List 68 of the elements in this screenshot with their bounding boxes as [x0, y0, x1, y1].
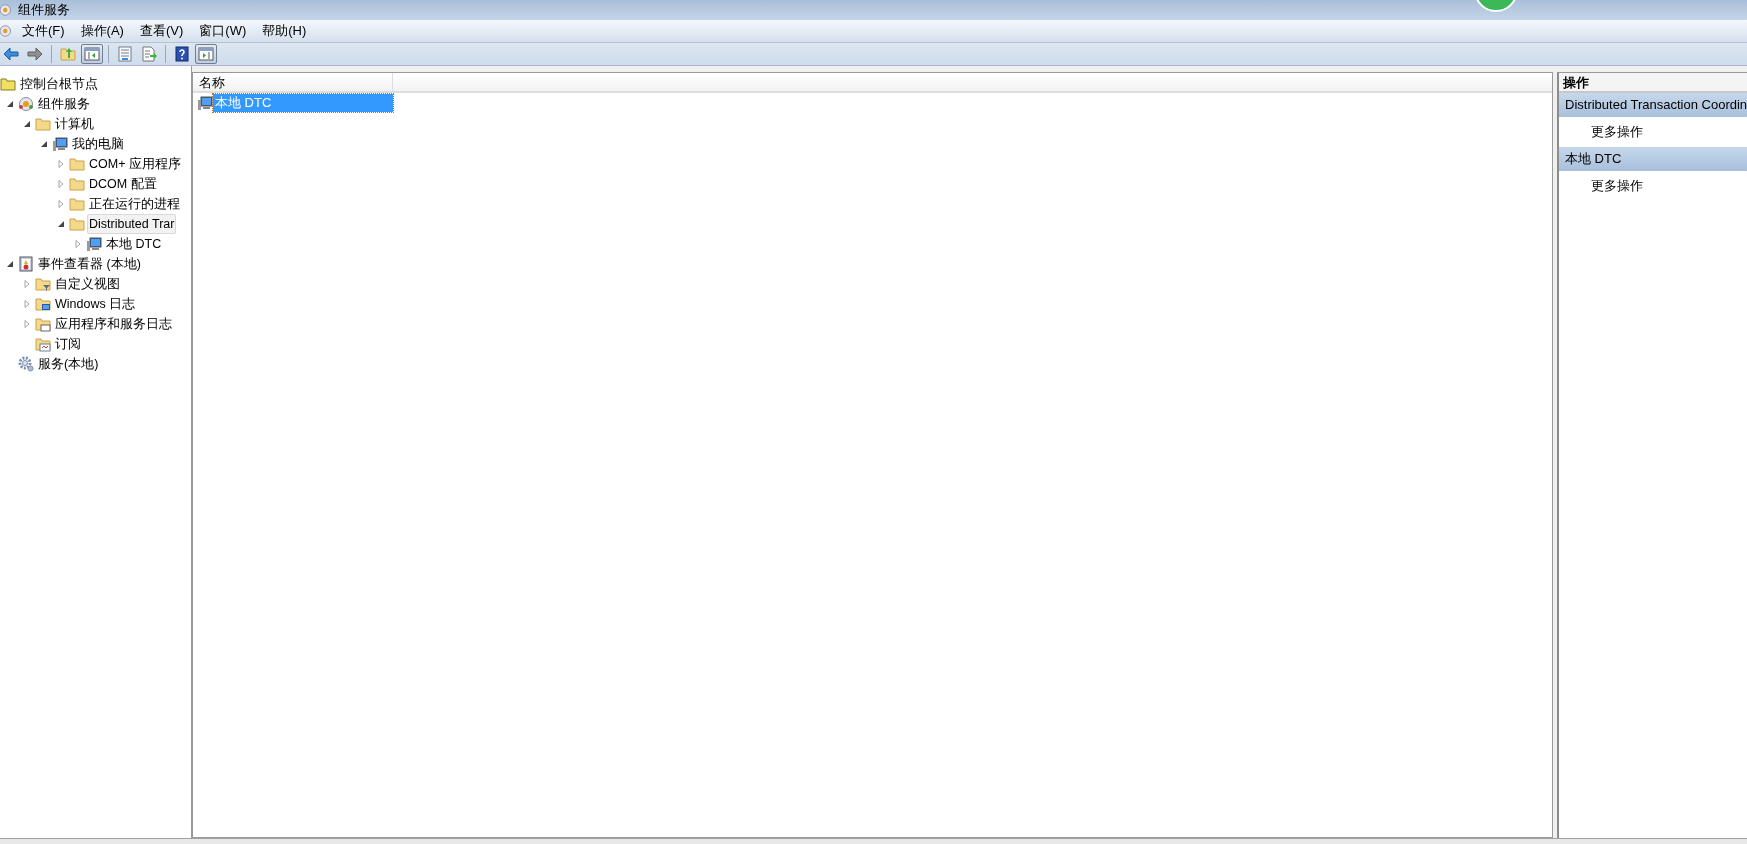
expand-icon[interactable] — [23, 299, 31, 309]
computer-icon — [86, 236, 102, 252]
tree-item[interactable]: 应用程序和服务日志 — [53, 314, 174, 334]
component-services-icon — [18, 96, 34, 112]
action-link[interactable]: 更多操作 — [1591, 178, 1643, 193]
actions-header: 操作 — [1559, 73, 1747, 93]
expand-icon[interactable] — [57, 159, 65, 169]
tree-item[interactable]: 事件查看器 (本地) — [36, 254, 143, 274]
folder-computer-icon — [35, 296, 51, 312]
tree-item[interactable]: Distributed Trar — [87, 214, 177, 234]
tree-item[interactable]: 订阅 — [53, 334, 83, 354]
tree-item[interactable]: 组件服务 — [36, 94, 92, 114]
collapse-icon[interactable] — [6, 260, 14, 268]
tree-item[interactable]: 正在运行的进程 — [87, 194, 182, 214]
event-log-icon — [18, 256, 34, 272]
folder-icon — [69, 176, 85, 192]
menu-item[interactable]: 窗口(W) — [191, 21, 255, 41]
tree-item[interactable]: 本地 DTC — [104, 234, 164, 254]
expand-icon[interactable] — [57, 179, 65, 189]
folder-window-icon — [35, 316, 51, 332]
folder-filter-icon — [35, 276, 51, 292]
toolbar-button[interactable] — [195, 44, 217, 64]
menu-item[interactable]: 帮助(H) — [254, 21, 315, 41]
folder-icon — [69, 156, 85, 172]
show-tree-icon — [84, 46, 100, 62]
tree-item[interactable]: COM+ 应用程序 — [87, 154, 183, 174]
folder-icon — [69, 216, 85, 232]
menu-item[interactable]: 文件(F) — [14, 21, 73, 41]
column-header[interactable]: 名称 — [193, 73, 393, 91]
expand-icon[interactable] — [23, 319, 31, 329]
forward-icon — [27, 46, 43, 62]
tree-item[interactable]: Windows 日志 — [53, 294, 138, 314]
collapse-icon[interactable] — [57, 220, 65, 228]
properties-icon — [117, 46, 133, 62]
menu-item[interactable]: 查看(V) — [131, 21, 192, 41]
subscription-icon — [35, 336, 51, 352]
app-icon — [0, 24, 14, 38]
export-list-icon — [141, 46, 157, 62]
collapse-icon[interactable] — [23, 120, 31, 128]
folder-up-icon — [60, 46, 76, 62]
menu-item[interactable]: 操作(A) — [72, 21, 132, 41]
action-link[interactable]: 更多操作 — [1591, 124, 1643, 139]
folder-icon — [69, 196, 85, 212]
action-section-header[interactable]: Distributed Transaction Coordin — [1559, 93, 1747, 117]
window-title: 组件服务 — [18, 1, 70, 20]
tree-item[interactable]: 我的电脑 — [70, 134, 126, 154]
back-icon — [3, 46, 19, 62]
folder-icon — [35, 116, 51, 132]
action-section-header[interactable]: 本地 DTC — [1559, 147, 1747, 171]
collapse-icon[interactable] — [6, 100, 14, 108]
folder-icon — [0, 76, 16, 92]
expand-icon[interactable] — [74, 239, 82, 249]
toolbar-button[interactable] — [81, 44, 103, 64]
gear-icon — [18, 356, 34, 372]
computer-icon — [197, 95, 213, 111]
tree-item[interactable]: 控制台根节点 — [18, 74, 100, 94]
expand-icon[interactable] — [23, 279, 31, 289]
help-icon — [174, 46, 190, 62]
app-icon — [0, 3, 14, 17]
show-action-pane-icon — [198, 46, 214, 62]
expand-icon[interactable] — [57, 199, 65, 209]
computer-icon — [52, 136, 68, 152]
horizontal-scrollbar[interactable] — [0, 838, 1747, 844]
collapse-icon[interactable] — [40, 140, 48, 148]
tree-item[interactable]: 服务(本地) — [36, 354, 101, 374]
tree-item[interactable]: 计算机 — [53, 114, 96, 134]
tree-item[interactable]: 自定义视图 — [53, 274, 122, 294]
tree-item[interactable]: DCOM 配置 — [87, 174, 159, 194]
